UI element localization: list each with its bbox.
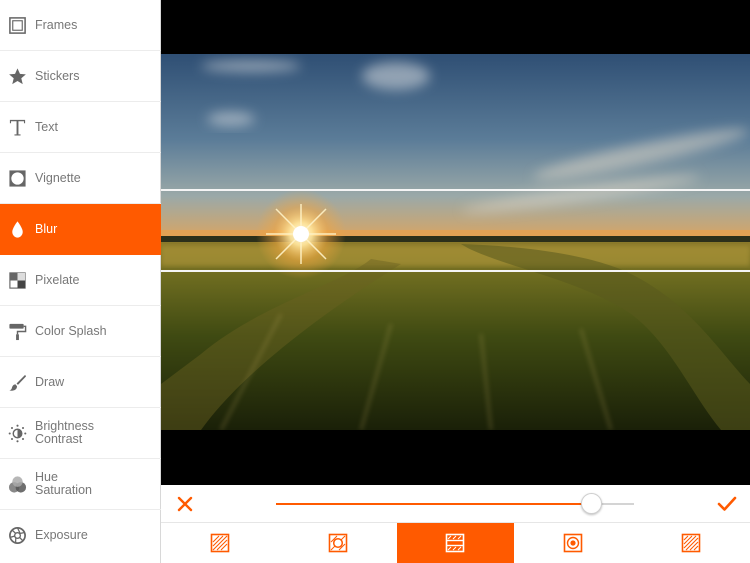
sidebar-item-draw[interactable]: Draw [0, 357, 161, 408]
mode-diagonal-blur-button[interactable] [632, 523, 750, 563]
frames-icon [0, 0, 35, 51]
sidebar-item-label: Frames [35, 17, 78, 32]
blur-controls [161, 485, 750, 563]
linear-blur-icon [446, 533, 465, 553]
brightness-icon [0, 408, 35, 459]
mode-radial-blur-button[interactable] [279, 523, 397, 563]
sidebar-item-text[interactable]: Text [0, 102, 161, 153]
confirm-button[interactable] [716, 494, 738, 514]
checkmark-icon [717, 496, 737, 511]
sidebar-item-label: Color Splash [35, 323, 107, 338]
sidebar-item-label: Vignette [35, 170, 81, 185]
sidebar-item-label: Stickers [35, 68, 80, 83]
sidebar-item-label: Exposure [35, 528, 88, 542]
vignette-icon [0, 153, 35, 204]
full-blur-icon [210, 533, 230, 553]
sidebar-item-label: Blur [35, 221, 58, 236]
mode-full-blur-button[interactable] [161, 523, 279, 563]
sidebar-item-label: Text [35, 119, 58, 134]
radial-blur-icon [328, 533, 347, 553]
text-icon [0, 102, 35, 153]
sidebar-item-hue-saturation[interactable]: Hue Saturation [0, 459, 161, 510]
sidebar-item-exposure[interactable]: Exposure [0, 510, 161, 561]
sidebar-item-label: Pixelate [35, 272, 80, 287]
diagonal-blur-icon [681, 533, 701, 553]
sidebar-item-vignette[interactable]: Vignette [0, 153, 161, 204]
blur-mode-bar [161, 523, 750, 563]
sidebar-item-stickers[interactable]: Stickers [0, 51, 161, 102]
tool-sidebar: Frames Stickers Text Vignette Blur Pixel… [0, 0, 161, 563]
droplet-icon [0, 204, 35, 255]
sidebar-item-frames[interactable]: Frames [0, 0, 161, 51]
sidebar-item-pixelate[interactable]: Pixelate [0, 255, 161, 306]
aperture-icon [0, 510, 35, 561]
cancel-button[interactable] [175, 494, 195, 514]
slider-fill [276, 503, 592, 505]
focus-line-top[interactable] [161, 189, 750, 191]
close-icon [177, 496, 193, 512]
slider-row [161, 485, 750, 523]
mode-circle-blur-button[interactable] [514, 523, 632, 563]
photo-canvas[interactable] [161, 0, 750, 485]
paint-roller-icon [0, 306, 35, 357]
sidebar-item-label: Brightness Contrast [35, 419, 95, 446]
slider-thumb[interactable] [580, 493, 602, 514]
brush-icon [0, 357, 35, 408]
mode-linear-blur-button[interactable] [396, 523, 515, 563]
pixelate-icon [0, 255, 35, 306]
sidebar-item-label: Draw [35, 374, 65, 389]
sidebar-item-color-splash[interactable]: Color Splash [0, 306, 161, 357]
sidebar-item-brightness-contrast[interactable]: Brightness Contrast [0, 408, 161, 459]
photo-preview [161, 54, 750, 430]
sidebar-item-blur[interactable]: Blur [0, 204, 161, 255]
circle-blur-icon [563, 533, 583, 553]
hue-icon [0, 459, 35, 510]
sidebar-item-label: Hue Saturation [35, 470, 92, 497]
focus-line-bottom[interactable] [161, 270, 750, 272]
star-icon [0, 51, 35, 102]
